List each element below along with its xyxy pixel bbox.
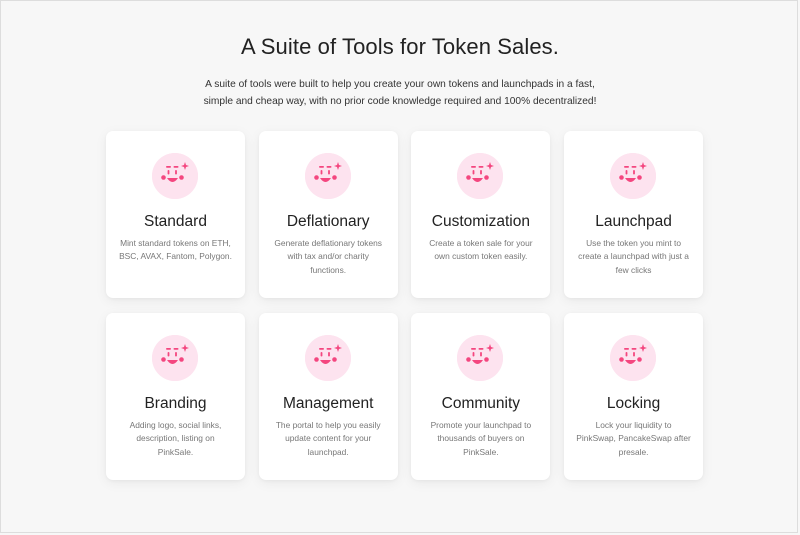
smiley-sparkle-icon: [152, 153, 198, 199]
feature-title: Locking: [606, 395, 661, 412]
features-grid: Standard Mint standard tokens on ETH, BS…: [106, 131, 706, 480]
smiley-sparkle-icon: [304, 335, 351, 381]
feature-card-locking: Locking Lock your liquidity to PinkSwap,…: [564, 313, 704, 480]
feature-title: Customization: [431, 213, 530, 230]
feature-description: Create a token sale for your own custom …: [429, 238, 533, 262]
feature-description: The portal to help you easily update con…: [275, 420, 381, 457]
feature-title: Branding: [144, 395, 207, 412]
smiley-sparkle-icon: [457, 153, 504, 199]
section-subtitle: A suite of tools were built to help you …: [203, 79, 597, 107]
feature-title: Launchpad: [595, 213, 672, 230]
feature-card-standard: Standard Mint standard tokens on ETH, BS…: [106, 131, 245, 298]
feature-title: Deflationary: [286, 213, 370, 230]
feature-description: Adding logo, social links, description, …: [129, 420, 222, 457]
smiley-sparkle-icon: [152, 335, 198, 381]
feature-description: Generate deflationary tokens with tax an…: [274, 238, 382, 275]
smiley-sparkle-icon: [610, 153, 657, 199]
feature-description: Promote your launchpad to thousands of b…: [430, 420, 532, 457]
feature-card-customization: Customization Create a token sale for yo…: [411, 131, 551, 298]
smiley-sparkle-icon: [304, 153, 351, 199]
feature-title: Standard: [144, 213, 207, 230]
section-title: A Suite of Tools for Token Sales.: [240, 34, 559, 59]
feature-title: Community: [441, 395, 521, 412]
feature-card-management: Management The portal to help you easily…: [258, 313, 398, 480]
feature-description: Use the token you mint to create a launc…: [578, 238, 689, 275]
feature-card-deflationary: Deflationary Generate deflationary token…: [258, 131, 398, 298]
feature-description: Lock your liquidity to PinkSwap, Pancake…: [576, 420, 691, 457]
feature-description: Mint standard tokens on ETH, BSC, AVAX, …: [119, 238, 232, 262]
smiley-sparkle-icon: [610, 335, 657, 381]
feature-card-community: Community Promote your launchpad to thou…: [411, 313, 551, 480]
feature-card-branding: Branding Adding logo, social links, desc…: [106, 313, 245, 480]
smiley-sparkle-icon: [457, 335, 504, 381]
feature-card-launchpad: Launchpad Use the token you mint to crea…: [564, 131, 704, 298]
feature-title: Management: [282, 395, 374, 412]
